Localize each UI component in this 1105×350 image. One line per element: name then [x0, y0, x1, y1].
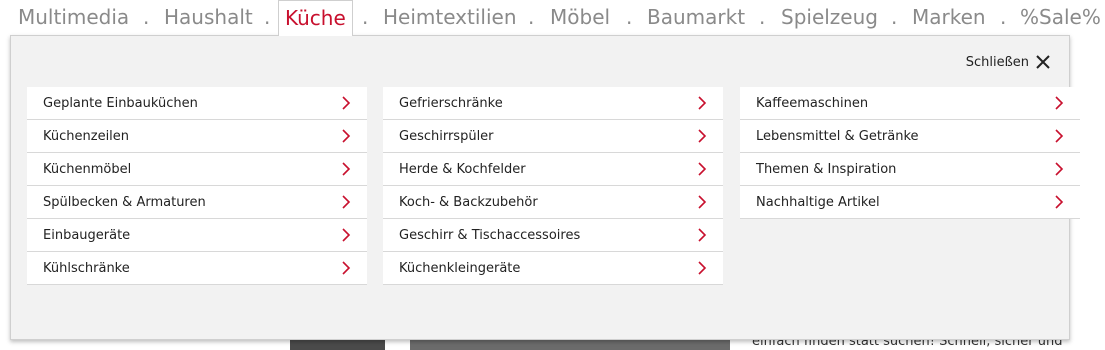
menu-column-1: Geplante Einbauküchen Küchenzeilen Küche…	[27, 87, 367, 285]
nav-item-haushalt[interactable]: Haushalt	[164, 0, 253, 36]
nav-item-moebel[interactable]: Möbel	[550, 0, 610, 36]
chevron-right-icon	[698, 261, 707, 275]
menu-item-label: Kühlschränke	[43, 260, 130, 276]
close-icon	[1036, 55, 1050, 69]
menu-item-label: Themen & Inspiration	[756, 161, 897, 177]
background-image	[290, 340, 385, 350]
menu-column-3: Kaffeemaschinen Lebensmittel & Getränke …	[740, 87, 1080, 219]
menu-item-label: Küchenmöbel	[43, 161, 132, 177]
chevron-right-icon	[698, 96, 707, 110]
menu-item[interactable]: Nachhaltige Artikel	[740, 186, 1080, 219]
nav-item-marken[interactable]: Marken	[912, 0, 986, 36]
menu-item-label: Herde & Kochfelder	[399, 161, 526, 177]
menu-item[interactable]: Einbaugeräte	[27, 219, 367, 252]
menu-item-label: Küchenzeilen	[43, 128, 130, 144]
mega-menu-panel: Schließen Geplante Einbauküchen Küchenze…	[10, 35, 1080, 340]
nav-separator: .	[759, 5, 766, 29]
menu-item-label: Kaffeemaschinen	[756, 95, 869, 111]
menu-item-label: Geplante Einbauküchen	[43, 95, 198, 111]
menu-item-label: Geschirrspüler	[399, 128, 494, 144]
close-label: Schließen	[965, 54, 1029, 70]
nav-item-spielzeug[interactable]: Spielzeug	[781, 0, 878, 36]
chevron-right-icon	[1055, 195, 1064, 209]
menu-item-label: Küchenkleingeräte	[399, 260, 521, 276]
menu-item[interactable]: Kaffeemaschinen	[740, 87, 1080, 120]
menu-item[interactable]: Küchenkleingeräte	[383, 252, 723, 285]
nav-item-baumarkt[interactable]: Baumarkt	[647, 0, 745, 36]
background-image	[410, 340, 730, 350]
menu-item-label: Einbaugeräte	[43, 227, 131, 243]
menu-item[interactable]: Herde & Kochfelder	[383, 153, 723, 186]
chevron-right-icon	[342, 162, 351, 176]
menu-item[interactable]: Küchenzeilen	[27, 120, 367, 153]
nav-separator: .	[143, 5, 150, 29]
nav-separator: .	[1000, 5, 1007, 29]
nav-separator: .	[264, 5, 271, 29]
nav-item-kueche[interactable]: Küche	[278, 0, 353, 36]
nav-item-multimedia[interactable]: Multimedia	[18, 0, 129, 36]
menu-item[interactable]: Geplante Einbauküchen	[27, 87, 367, 120]
menu-item-label: Koch- & Backzubehör	[399, 194, 538, 210]
chevron-right-icon	[698, 195, 707, 209]
chevron-right-icon	[698, 162, 707, 176]
menu-item-label: Geschirr & Tischaccessoires	[399, 227, 581, 243]
menu-item[interactable]: Spülbecken & Armaturen	[27, 186, 367, 219]
chevron-right-icon	[342, 261, 351, 275]
chevron-right-icon	[698, 129, 707, 143]
nav-separator: .	[528, 5, 535, 29]
chevron-right-icon	[1055, 129, 1064, 143]
close-button[interactable]: Schließen	[966, 52, 1051, 72]
menu-item[interactable]: Themen & Inspiration	[740, 153, 1080, 186]
menu-item-label: Gefrierschränke	[399, 95, 503, 111]
chevron-right-icon	[342, 228, 351, 242]
chevron-right-icon	[342, 129, 351, 143]
menu-item[interactable]: Lebensmittel & Getränke	[740, 120, 1080, 153]
nav-item-sale[interactable]: %Sale%	[1020, 0, 1101, 36]
menu-item-label: Lebensmittel & Getränke	[756, 128, 919, 144]
nav-separator: .	[891, 5, 898, 29]
chevron-right-icon	[698, 228, 707, 242]
menu-item[interactable]: Küchenmöbel	[27, 153, 367, 186]
menu-item-label: Nachhaltige Artikel	[756, 194, 880, 210]
menu-item[interactable]: Geschirr & Tischaccessoires	[383, 219, 723, 252]
nav-separator: .	[362, 5, 369, 29]
top-navigation: Multimedia . Haushalt . Küche . Heimtext…	[0, 0, 1105, 36]
nav-separator: .	[626, 5, 633, 29]
chevron-right-icon	[342, 195, 351, 209]
menu-item[interactable]: Gefrierschränke	[383, 87, 723, 120]
chevron-right-icon	[342, 96, 351, 110]
menu-item[interactable]: Kühlschränke	[27, 252, 367, 285]
menu-item[interactable]: Koch- & Backzubehör	[383, 186, 723, 219]
menu-column-2: Gefrierschränke Geschirrspüler Herde & K…	[383, 87, 723, 285]
nav-item-heimtextilien[interactable]: Heimtextilien	[383, 0, 517, 36]
menu-item-label: Spülbecken & Armaturen	[43, 194, 206, 210]
menu-item[interactable]: Geschirrspüler	[383, 120, 723, 153]
chevron-right-icon	[1055, 96, 1064, 110]
chevron-right-icon	[1055, 162, 1064, 176]
